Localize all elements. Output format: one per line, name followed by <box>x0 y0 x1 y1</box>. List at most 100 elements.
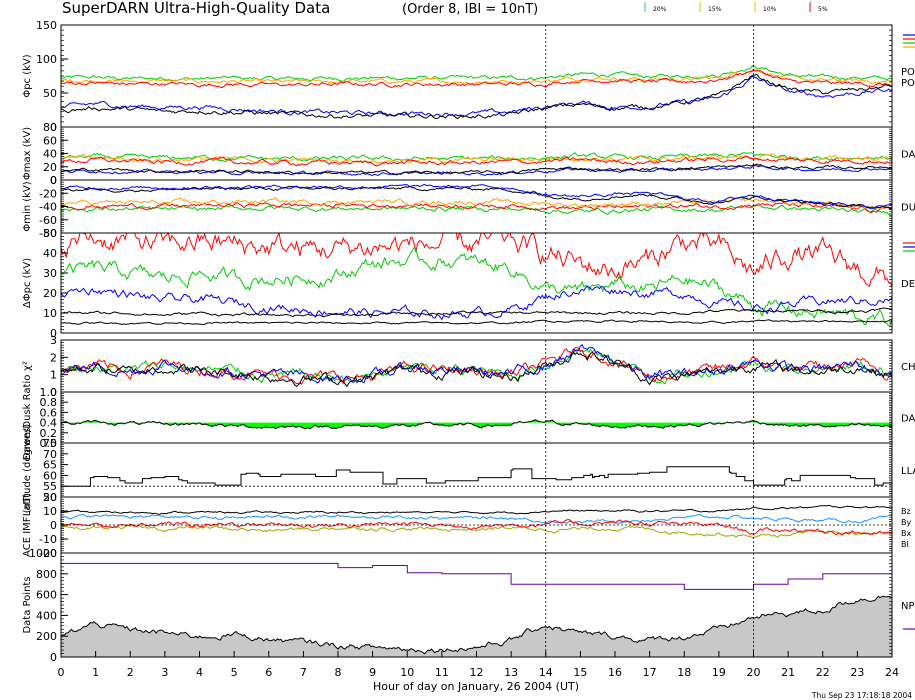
panel-1: 020406080 Φmax (kV) DA <box>22 121 915 187</box>
panel-6: 505560657075Latitude (degrees)LLA <box>22 424 915 516</box>
panel-5: 0.00.20.40.60.81.0Dawn/Dusk Ratio DA <box>22 375 915 461</box>
legend-label: 5% <box>818 6 828 13</box>
x-tick-label: 24 <box>885 666 899 679</box>
y-tick-label: 30 <box>43 267 57 280</box>
series-BI <box>61 504 892 515</box>
y-tick-label: 3 <box>50 334 57 347</box>
y-tick-label: -20 <box>39 187 57 200</box>
panel-frame <box>60 179 893 234</box>
y-axis-label: Φpc (kV) <box>22 54 33 97</box>
y-tick-label: 1.0 <box>40 386 58 399</box>
chart-subtitle: (Order 8, IBI = 10nT) <box>402 2 538 17</box>
y-tick-label: 40 <box>43 148 57 161</box>
y-tick-label: 20 <box>43 287 57 300</box>
y-tick-label: 0 <box>50 174 57 187</box>
legend-label: 10% <box>763 6 777 13</box>
x-tick-label: 7 <box>300 666 307 679</box>
legend: 20% 15% 10% 5% <box>644 2 828 13</box>
y-tick-label: 50 <box>43 87 57 100</box>
x-tick-label: 4 <box>196 666 203 679</box>
x-tick-label: 18 <box>677 666 691 679</box>
right-label: LLA <box>901 466 915 477</box>
series-red <box>61 346 892 386</box>
x-tick-label: 10 <box>400 666 414 679</box>
right-label: PO <box>901 78 915 89</box>
x-tick-label: 14 <box>539 666 553 679</box>
x-tick-label: 12 <box>470 666 484 679</box>
legend-label: 15% <box>708 6 722 13</box>
x-axis-label: Hour of day on January, 26 2004 (UT) <box>373 680 579 693</box>
panel-7: -20-1001020ACE IMF (nT) BzByBxBI <box>22 491 911 560</box>
series-orange <box>61 69 892 85</box>
y-tick-label: 100 <box>36 53 57 66</box>
superdarn-chart: SuperDARN Ultra-High-Quality Data (Order… <box>22 0 915 700</box>
x-tick-label: 23 <box>850 666 864 679</box>
right-label: DA <box>901 150 915 161</box>
panel-2: -80-60-40-200Φmin (kV) DU <box>22 174 915 240</box>
right-label: DA <box>901 414 915 425</box>
y-tick-label: 800 <box>36 568 57 581</box>
y-tick-label: 10 <box>43 307 57 320</box>
right-label: BI <box>901 540 909 549</box>
right-label: DE <box>901 279 915 290</box>
panel-3: 01020304050ΔΦpc (kV) DE <box>22 227 915 340</box>
y-axis-label: Φmin (kV) <box>22 181 33 231</box>
y-tick-label: 600 <box>36 589 57 602</box>
x-tick-label: 5 <box>231 666 238 679</box>
series-green <box>61 204 892 217</box>
y-tick-label: -10 <box>39 533 57 546</box>
panel-0: 050100150Φpc (kV) POPO <box>22 19 915 134</box>
y-tick-label: 75 <box>43 437 57 450</box>
x-tick-label: 1 <box>92 666 99 679</box>
chart-title: SuperDARN Ultra-High-Quality Data <box>62 0 330 17</box>
y-tick-label: -60 <box>39 214 57 227</box>
panel-frame <box>60 442 893 498</box>
y-axis-label: ΔΦpc (kV) <box>22 258 33 308</box>
y-tick-label: 1000 <box>29 547 57 560</box>
x-tick-label: 13 <box>504 666 518 679</box>
x-tick-label: 15 <box>573 666 587 679</box>
series-lat <box>61 466 892 487</box>
right-label: DU <box>901 203 915 214</box>
x-tick-label: 2 <box>127 666 134 679</box>
right-label: Bz <box>901 507 911 516</box>
y-tick-label: -40 <box>39 201 57 214</box>
x-tick-label: 22 <box>816 666 830 679</box>
y-tick-label: 1 <box>50 369 57 382</box>
y-tick-label: 40 <box>43 247 57 260</box>
y-tick-label: 0 <box>50 651 57 664</box>
x-tick-label: 19 <box>712 666 726 679</box>
y-tick-label: 2 <box>50 351 57 364</box>
y-axis-label: Data Points <box>22 576 33 633</box>
series-red <box>61 155 892 167</box>
y-tick-label: 20 <box>43 161 57 174</box>
y-tick-label: 10 <box>43 505 57 518</box>
y-tick-label: 150 <box>36 19 57 32</box>
right-label: PO <box>901 67 915 78</box>
y-tick-label: 60 <box>43 134 57 147</box>
x-tick-label: 8 <box>335 666 342 679</box>
panels: 050100150Φpc (kV) POPO020406080Φmax (kV) D… <box>22 19 915 664</box>
series-blue <box>61 344 892 384</box>
x-tick-label: 11 <box>435 666 449 679</box>
x-tick-label: 16 <box>608 666 622 679</box>
x-tick-label: 20 <box>747 666 761 679</box>
series-NPN <box>61 562 892 590</box>
y-axis-label: χ² <box>22 361 33 371</box>
y-tick-label: 80 <box>43 121 57 134</box>
right-label: NP <box>901 601 915 612</box>
y-tick-label: 20 <box>43 491 57 504</box>
y-tick-label: 50 <box>43 227 57 240</box>
right-label: CH <box>901 362 915 373</box>
y-tick-label: 0 <box>50 519 57 532</box>
panel-8: 0 200 400 600 800 1000 Data Points NP <box>22 547 915 664</box>
x-tick-label: 21 <box>781 666 795 679</box>
x-tick-label: 6 <box>265 666 272 679</box>
timestamp: Thu Sep 23 17:18:18 2004 <box>811 691 912 700</box>
y-axis-label: Φmax (kV) <box>22 127 33 180</box>
x-tick-label: 0 <box>58 666 65 679</box>
series-By <box>61 524 892 539</box>
x-tick-label: 3 <box>161 666 168 679</box>
x-tick-label: 9 <box>369 666 376 679</box>
y-tick-label: 200 <box>36 630 57 643</box>
